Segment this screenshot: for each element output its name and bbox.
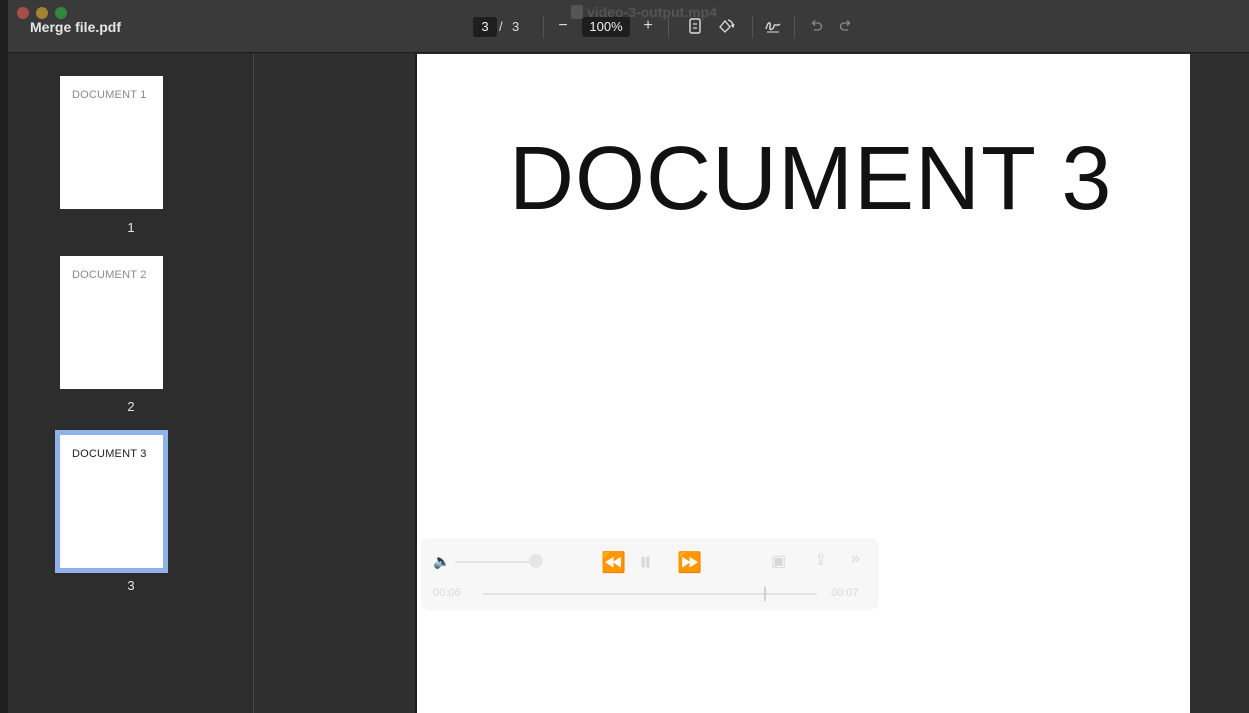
- pdf-page[interactable]: DOCUMENT 3 🔈 ⏪ ⏸ ⏩ ▣ ⇪ » 00:06 00:07: [415, 54, 1190, 713]
- video-scrubber[interactable]: [483, 587, 817, 601]
- total-pages: 3: [512, 19, 520, 34]
- thumbnail-label: DOCUMENT 2: [72, 269, 147, 281]
- zoom-in-button[interactable]: +: [637, 15, 659, 37]
- zoom-window-button[interactable]: [55, 7, 67, 19]
- rotate-button[interactable]: [715, 15, 737, 37]
- toolbar-divider: [794, 16, 795, 38]
- pdf-viewer-window: Merge file.pdf video-3-output.mp4 3 / 3 …: [0, 0, 1249, 713]
- redo-button[interactable]: [835, 15, 857, 37]
- undo-button[interactable]: [805, 15, 827, 37]
- undo-icon: [811, 20, 823, 31]
- window-edge: [0, 0, 8, 713]
- fit-page-icon: [689, 18, 701, 34]
- thumbnail-page-number: 2: [127, 399, 135, 414]
- page-separator: /: [499, 19, 503, 34]
- fast-forward-icon[interactable]: ⏩: [677, 550, 702, 575]
- thumbnail-page-number: 1: [127, 220, 135, 235]
- page-thumbnail-selected[interactable]: DOCUMENT 3: [55, 430, 168, 573]
- volume-icon[interactable]: 🔈: [433, 553, 450, 570]
- redo-icon: [839, 20, 851, 31]
- volume-slider-knob[interactable]: [529, 554, 543, 568]
- toolbar: Merge file.pdf video-3-output.mp4 3 / 3 …: [8, 0, 1249, 53]
- rotate-icon: [719, 19, 735, 33]
- thumbnail-label: DOCUMENT 3: [72, 448, 147, 460]
- thumbnail-page-number: 3: [127, 578, 135, 593]
- thumbnail-sidebar: DOCUMENT 1 1 DOCUMENT 2 2 DOCUMENT 3 3: [8, 54, 254, 713]
- rewind-icon[interactable]: ⏪: [601, 550, 626, 575]
- scrubber-playhead[interactable]: [764, 587, 766, 601]
- remaining-time: 00:07: [831, 587, 859, 599]
- page-thumbnail[interactable]: DOCUMENT 2: [60, 256, 163, 389]
- page-heading: DOCUMENT 3: [509, 129, 1113, 229]
- minimize-window-button[interactable]: [36, 7, 48, 19]
- volume-slider[interactable]: [455, 561, 535, 563]
- elapsed-time: 00:06: [433, 587, 461, 599]
- toolbar-divider: [752, 16, 753, 38]
- document-canvas: DOCUMENT 3 🔈 ⏪ ⏸ ⏩ ▣ ⇪ » 00:06 00:07: [255, 54, 1249, 713]
- picture-in-picture-icon[interactable]: ▣: [771, 551, 786, 571]
- zoom-out-button[interactable]: −: [552, 15, 574, 37]
- page-thumbnail[interactable]: DOCUMENT 1: [60, 76, 163, 209]
- more-icon[interactable]: »: [851, 550, 860, 568]
- toolbar-divider: [543, 16, 544, 38]
- markup-button[interactable]: [762, 15, 784, 37]
- pause-icon[interactable]: ⏸: [639, 546, 652, 578]
- thumbnail-label: DOCUMENT 1: [72, 89, 147, 101]
- zoom-out-icon: −: [558, 17, 568, 34]
- fit-page-button[interactable]: [684, 15, 706, 37]
- window-title: Merge file.pdf: [30, 19, 122, 35]
- close-window-button[interactable]: [17, 7, 29, 19]
- zoom-in-icon: +: [643, 17, 653, 34]
- video-player-controls: 🔈 ⏪ ⏸ ⏩ ▣ ⇪ » 00:06 00:07: [421, 538, 879, 610]
- signature-markup-icon: [765, 22, 781, 33]
- share-icon[interactable]: ⇪: [814, 550, 827, 570]
- current-page-field[interactable]: 3: [473, 17, 497, 37]
- zoom-level-field[interactable]: 100%: [582, 17, 630, 37]
- toolbar-divider: [668, 16, 669, 38]
